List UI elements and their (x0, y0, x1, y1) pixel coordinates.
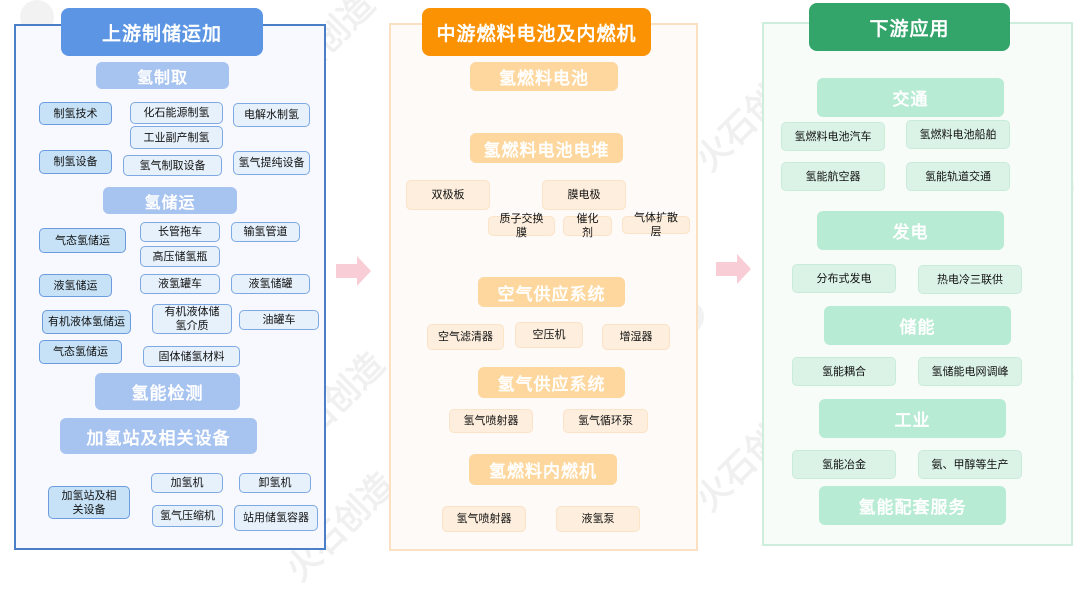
item-air-compressor: 空压机 (515, 322, 583, 348)
item-liquid-tanker: 液氢罐车 (140, 274, 220, 294)
item-ammonia-methanol-production: 氨、甲醇等生产 (918, 450, 1022, 479)
item-fuel-cell-ship: 氢燃料电池船舶 (906, 120, 1010, 149)
item-tube-trailer: 长管拖车 (140, 222, 220, 242)
item-proton-exchange-membrane: 质子交换膜 (488, 212, 555, 239)
right-arrow-icon (716, 254, 751, 284)
right-arrow-icon (336, 256, 371, 286)
category-liquid-storage: 液氢储运 (39, 274, 112, 297)
item-distributed-generation: 分布式发电 (792, 264, 896, 293)
section-refueling-station: 加氢站及相关设备 (60, 418, 257, 454)
item-grid-peak-shaving: 氢储能电网调峰 (918, 357, 1022, 386)
section-air-supply-system: 空气供应系统 (478, 277, 625, 307)
item-byproduct-hydrogen: 工业副产制氢 (130, 126, 223, 149)
item-hydrogen-coupling: 氢能耦合 (792, 357, 896, 386)
item-production-equipment: 氢气制取设备 (123, 155, 222, 176)
item-high-pressure-cylinder: 高压储氢瓶 (140, 246, 220, 267)
item-hydrogen-recirculation-pump: 氢气循环泵 (563, 409, 648, 433)
category-production-tech: 制氢技术 (39, 102, 112, 125)
item-fuel-cell-vehicle: 氢燃料电池汽车 (781, 122, 885, 151)
section-power-generation: 发电 (817, 211, 1004, 250)
item-fossil-hydrogen: 化石能源制氢 (130, 102, 223, 124)
section-hydrogen-storage-transport: 氢储运 (103, 187, 237, 214)
category-refueling-station: 加氢站及相关设备 (48, 486, 130, 519)
item-hydrogen-rail: 氢能轨道交通 (906, 162, 1010, 191)
category-production-equipment: 制氢设备 (39, 150, 112, 174)
item-bipolar-plate: 双极板 (406, 180, 490, 210)
item-solid-storage-material: 固体储氢材料 (143, 346, 240, 367)
item-hydrogen-pipeline: 输氢管道 (231, 222, 300, 242)
section-energy-storage: 储能 (824, 306, 1011, 345)
item-liquid-tank: 液氢储罐 (231, 274, 310, 294)
section-hydrogen-fuel-cell: 氢燃料电池 (470, 62, 618, 91)
section-hydrogen-supply-system: 氢气供应系统 (478, 367, 625, 398)
upstream-title: 上游制储运加 (61, 8, 263, 56)
item-electrolysis-hydrogen: 电解水制氢 (233, 103, 310, 127)
item-catalyst: 催化剂 (563, 212, 612, 239)
item-hydrogen-injector: 氢气喷射器 (449, 409, 533, 433)
item-liquid-hydrogen-pump: 液氢泵 (556, 506, 640, 532)
section-transport: 交通 (817, 78, 1004, 117)
category-gaseous-storage: 气态氢储运 (39, 228, 126, 253)
item-oil-tanker: 油罐车 (239, 310, 319, 330)
item-hydrogen-aircraft: 氢能航空器 (781, 162, 885, 191)
section-hydrogen-ice: 氢燃料内燃机 (469, 454, 617, 485)
item-hydrogen-metallurgy: 氢能冶金 (792, 450, 896, 479)
category-gaseous-storage-2: 气态氢储运 (39, 340, 122, 364)
item-organic-liquid-carrier: 有机液体储氢介质 (152, 304, 232, 334)
category-organic-liquid-storage: 有机液体氢储运 (42, 310, 131, 334)
section-industry: 工业 (819, 399, 1006, 438)
item-compressor: 氢气压缩机 (152, 505, 223, 527)
item-air-filter: 空气滤清器 (427, 324, 504, 350)
item-station-storage-vessel: 站用储氢容器 (234, 505, 318, 531)
item-purification-equipment: 氢气提纯设备 (233, 151, 310, 175)
section-hydrogen-services: 氢能配套服务 (819, 486, 1006, 525)
downstream-title: 下游应用 (809, 3, 1010, 51)
section-fuel-cell-stack: 氢燃料电池电堆 (470, 133, 623, 163)
item-dispenser: 加氢机 (151, 473, 223, 493)
section-hydrogen-detection: 氢能检测 (95, 373, 240, 410)
item-hydrogen-injector-ice: 氢气喷射器 (442, 506, 526, 532)
section-hydrogen-production: 氢制取 (96, 62, 229, 89)
item-gas-diffusion-layer: 气体扩散层 (622, 211, 690, 238)
item-humidifier: 增湿器 (602, 324, 670, 350)
item-unloading-machine: 卸氢机 (239, 473, 311, 493)
item-membrane-electrode: 膜电极 (542, 180, 626, 210)
item-trigeneration: 热电冷三联供 (918, 265, 1022, 294)
midstream-title: 中游燃料电池及内燃机 (422, 8, 651, 56)
